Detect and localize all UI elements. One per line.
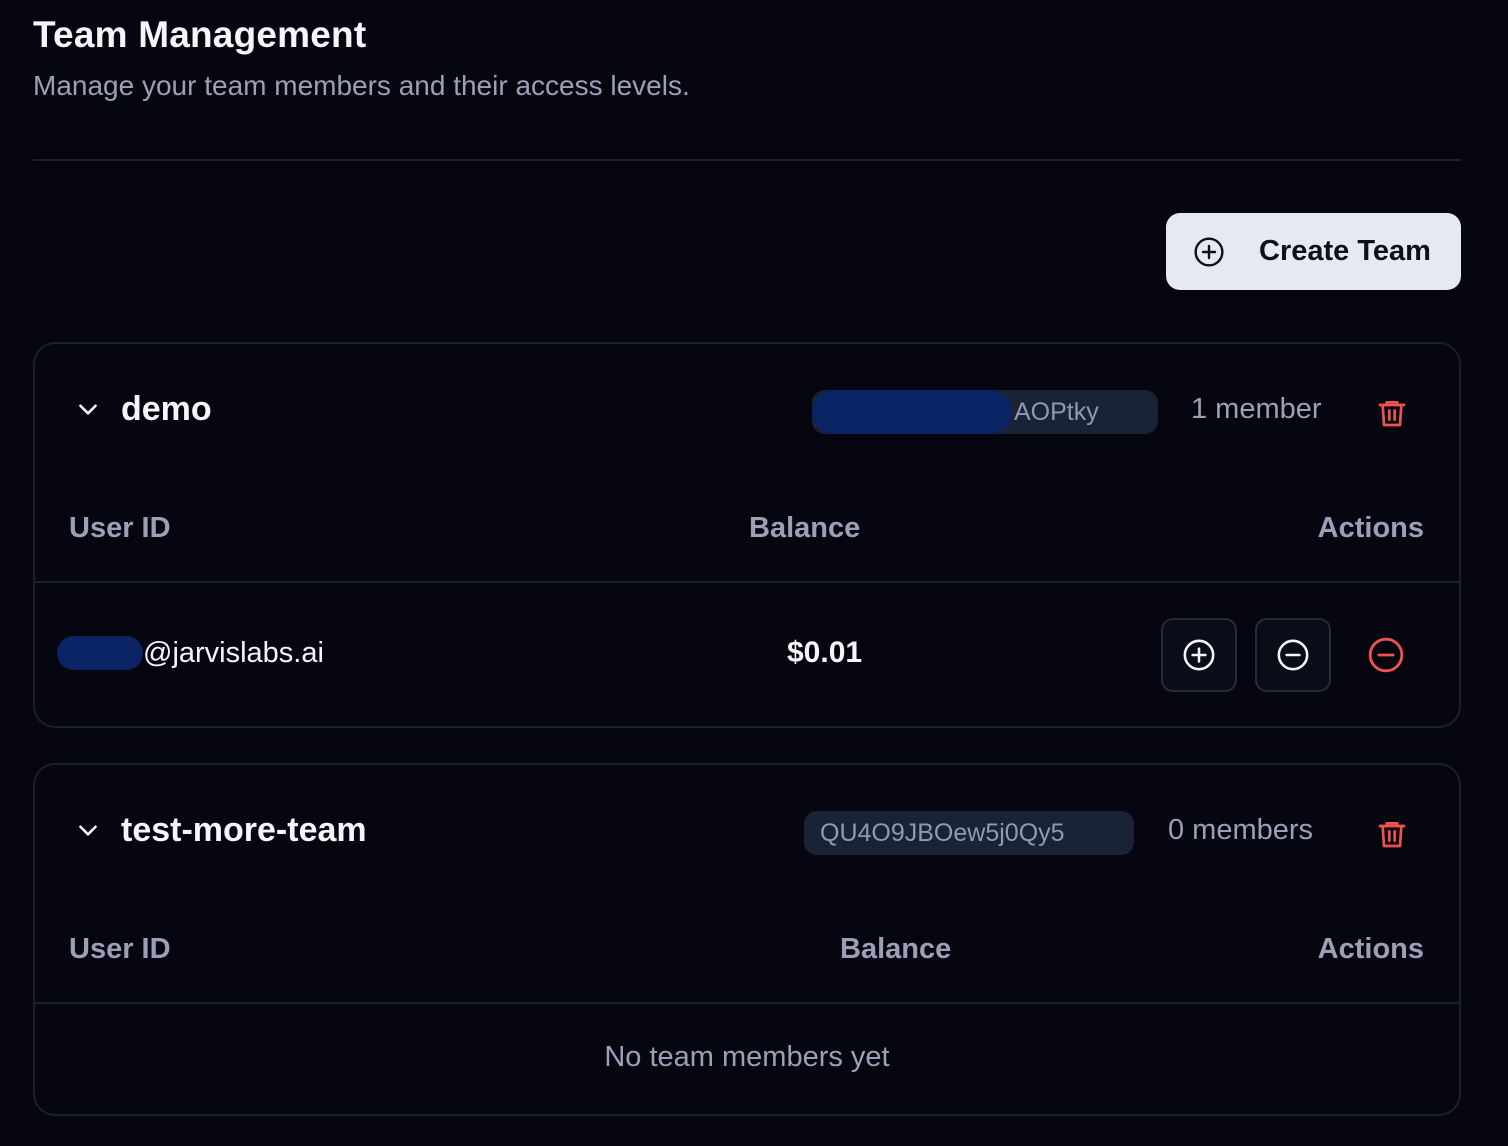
page-title: Team Management xyxy=(33,14,367,55)
column-header-actions: Actions xyxy=(1317,512,1424,544)
team-name: demo xyxy=(121,390,212,428)
trash-icon[interactable] xyxy=(1376,396,1408,430)
plus-circle-icon xyxy=(1193,236,1225,268)
minus-circle-icon xyxy=(1276,638,1310,672)
column-header-balance: Balance xyxy=(840,933,952,965)
column-header-actions: Actions xyxy=(1317,933,1424,965)
table-divider xyxy=(35,1002,1459,1004)
deduct-balance-button[interactable] xyxy=(1255,618,1331,692)
page-subtitle: Manage your team members and their acces… xyxy=(33,70,690,101)
member-count: 1 member xyxy=(1191,393,1322,425)
empty-state-text: No team members yet xyxy=(604,1041,890,1073)
add-balance-button[interactable] xyxy=(1161,618,1237,692)
column-header-balance: Balance xyxy=(749,512,861,544)
team-header[interactable]: demo AOPtky 1 member xyxy=(35,344,1459,482)
create-team-button[interactable]: Create Team xyxy=(1166,213,1461,290)
member-user-id: @jarvislabs.ai xyxy=(57,636,324,670)
team-id-badge[interactable]: AOPtky xyxy=(812,390,1158,434)
chevron-down-icon[interactable] xyxy=(75,817,101,843)
table-divider xyxy=(35,581,1459,583)
team-name: test-more-team xyxy=(121,811,367,849)
column-header-user-id: User ID xyxy=(69,512,171,544)
team-card-test-more-team: test-more-team QU4O9JBOew5j0Qy5 0 member… xyxy=(33,763,1461,1116)
plus-circle-icon xyxy=(1182,638,1216,672)
member-count: 0 members xyxy=(1168,814,1314,846)
header-divider xyxy=(33,159,1461,161)
column-header-user-id: User ID xyxy=(69,933,171,965)
member-user-id-text: @jarvislabs.ai xyxy=(143,636,324,669)
redacted-mask xyxy=(812,390,1012,434)
remove-member-icon[interactable] xyxy=(1367,636,1405,674)
trash-icon[interactable] xyxy=(1376,817,1408,851)
chevron-down-icon[interactable] xyxy=(75,396,101,422)
member-balance: $0.01 xyxy=(787,636,863,669)
team-header[interactable]: test-more-team QU4O9JBOew5j0Qy5 0 member… xyxy=(35,765,1459,903)
team-id-badge[interactable]: QU4O9JBOew5j0Qy5 xyxy=(804,811,1134,855)
redacted-mask xyxy=(57,636,143,670)
create-team-label: Create Team xyxy=(1259,235,1431,267)
team-card-demo: demo AOPtky 1 member User ID Balance Act… xyxy=(33,342,1461,728)
team-id-text: AOPtky xyxy=(1014,398,1099,426)
